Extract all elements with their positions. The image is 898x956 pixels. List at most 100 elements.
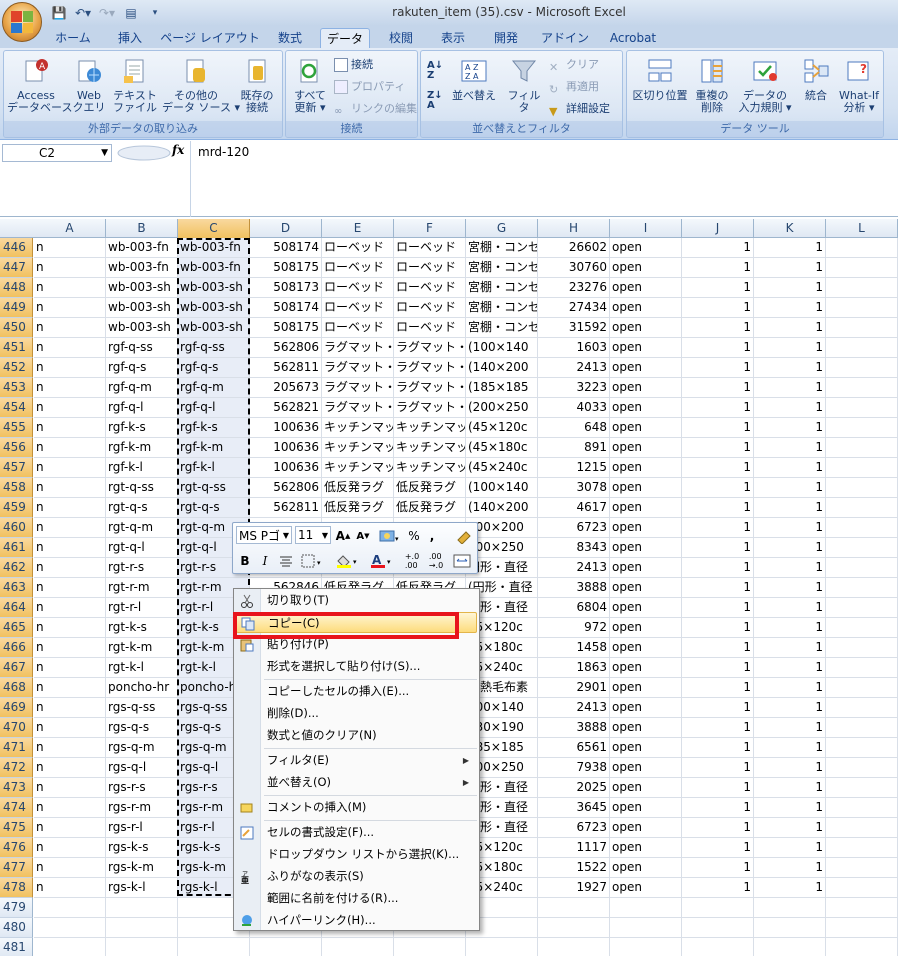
cell[interactable] <box>682 918 754 938</box>
cell[interactable]: n <box>34 658 106 678</box>
cell[interactable]: 1 <box>754 658 826 678</box>
advanced-button[interactable]: ▼ 詳細設定 <box>549 99 610 118</box>
cell[interactable]: open <box>610 718 682 738</box>
cell[interactable]: ローベッド <box>394 318 466 338</box>
cell[interactable]: open <box>610 738 682 758</box>
comma-icon[interactable]: , <box>425 526 439 546</box>
row-header[interactable]: 455 <box>0 418 33 438</box>
row-header[interactable]: 462 <box>0 558 33 578</box>
cell[interactable]: open <box>610 278 682 298</box>
cell[interactable] <box>826 258 898 278</box>
cell[interactable] <box>178 938 250 956</box>
cell[interactable]: 1458 <box>538 638 610 658</box>
menu-item-0[interactable]: 切り取り(T) <box>236 590 477 611</box>
cell[interactable] <box>826 838 898 858</box>
menu-item-3[interactable]: 形式を選択して貼り付け(S)... <box>236 656 477 677</box>
cell[interactable]: 1863 <box>538 658 610 678</box>
cell[interactable]: ローベッド <box>322 298 394 318</box>
cell[interactable]: rgf-q-m <box>106 378 178 398</box>
cell[interactable]: 1 <box>682 638 754 658</box>
fill-color-icon[interactable]: ▾ <box>333 551 363 571</box>
office-button[interactable] <box>2 2 42 42</box>
row-header[interactable]: 461 <box>0 538 33 558</box>
cell[interactable]: 1 <box>754 378 826 398</box>
cell[interactable]: open <box>610 438 682 458</box>
cell[interactable]: 6723 <box>538 818 610 838</box>
cell[interactable]: 1 <box>682 538 754 558</box>
cell[interactable]: n <box>34 278 106 298</box>
cell[interactable]: wb-003-fn <box>178 238 250 258</box>
cell[interactable]: open <box>610 778 682 798</box>
cell[interactable]: open <box>610 478 682 498</box>
cell[interactable]: 1 <box>682 698 754 718</box>
cell[interactable]: 3078 <box>538 478 610 498</box>
cell[interactable]: n <box>34 258 106 278</box>
cell[interactable]: open <box>610 758 682 778</box>
cell[interactable]: 1 <box>754 578 826 598</box>
cell[interactable] <box>826 278 898 298</box>
cell[interactable]: n <box>34 678 106 698</box>
column-header-i[interactable]: I <box>610 219 682 238</box>
cell[interactable]: 23276 <box>538 278 610 298</box>
column-header-g[interactable]: G <box>466 219 538 238</box>
menu-item-12[interactable]: コメントの挿入(M) <box>236 797 477 818</box>
cell[interactable]: rgf-q-s <box>106 358 178 378</box>
cell[interactable]: rgf-q-s <box>178 358 250 378</box>
cell[interactable]: open <box>610 498 682 518</box>
cell[interactable] <box>826 638 898 658</box>
cell[interactable]: rgf-q-l <box>178 398 250 418</box>
cell[interactable]: n <box>34 338 106 358</box>
cell[interactable]: open <box>610 678 682 698</box>
cell[interactable]: 1 <box>682 358 754 378</box>
cell[interactable]: 1 <box>682 858 754 878</box>
name-box-dropdown-icon[interactable]: ▼ <box>101 145 108 161</box>
cell[interactable]: 1 <box>682 378 754 398</box>
cell[interactable] <box>826 298 898 318</box>
cell[interactable]: rgf-q-ss <box>106 338 178 358</box>
cell[interactable]: rgs-k-l <box>106 878 178 898</box>
column-header-k[interactable]: K <box>754 219 826 238</box>
cell[interactable]: n <box>34 438 106 458</box>
cell[interactable]: 1927 <box>538 878 610 898</box>
cell[interactable]: 8343 <box>538 538 610 558</box>
cell[interactable]: 1 <box>754 818 826 838</box>
cell[interactable]: open <box>610 838 682 858</box>
cell[interactable]: 2413 <box>538 358 610 378</box>
cell[interactable]: 1 <box>754 858 826 878</box>
cell[interactable]: ローベッド <box>322 278 394 298</box>
cell[interactable]: n <box>34 598 106 618</box>
cell[interactable] <box>34 898 106 918</box>
tab-4[interactable]: データ <box>320 28 370 48</box>
cell[interactable]: open <box>610 578 682 598</box>
bold-button[interactable]: B <box>236 551 254 571</box>
cell[interactable]: 1 <box>754 278 826 298</box>
font-name-box[interactable]: MS Pゴ ▼ <box>236 526 292 544</box>
cell[interactable]: rgf-q-ss <box>178 338 250 358</box>
tab-1[interactable]: 挿入 <box>112 28 148 48</box>
cell[interactable] <box>826 458 898 478</box>
cell[interactable]: 27434 <box>538 298 610 318</box>
cell[interactable]: 508175 <box>250 318 322 338</box>
cell[interactable]: 648 <box>538 418 610 438</box>
cell[interactable]: 1 <box>682 798 754 818</box>
cell[interactable]: open <box>610 338 682 358</box>
row-header[interactable]: 458 <box>0 478 33 498</box>
row-header[interactable]: 478 <box>0 878 33 898</box>
cell[interactable] <box>826 558 898 578</box>
cell[interactable]: 1 <box>682 338 754 358</box>
cell[interactable]: n <box>34 238 106 258</box>
cell[interactable]: rgs-k-s <box>106 838 178 858</box>
menu-item-17[interactable]: 範囲に名前を付ける(R)... <box>236 888 477 909</box>
cell[interactable] <box>826 718 898 738</box>
cell[interactable]: キッチンマッ <box>394 438 466 458</box>
row-header[interactable]: 470 <box>0 718 33 738</box>
cell[interactable] <box>826 938 898 956</box>
cell[interactable] <box>826 698 898 718</box>
cell[interactable]: n <box>34 518 106 538</box>
cell[interactable] <box>682 898 754 918</box>
column-header-e[interactable]: E <box>322 219 394 238</box>
refresh-all-button[interactable]: すべて 更新 ▾ <box>289 55 331 114</box>
cell[interactable] <box>826 798 898 818</box>
row-header[interactable]: 447 <box>0 258 33 278</box>
cell[interactable]: 宮棚・コンセ <box>466 258 538 278</box>
